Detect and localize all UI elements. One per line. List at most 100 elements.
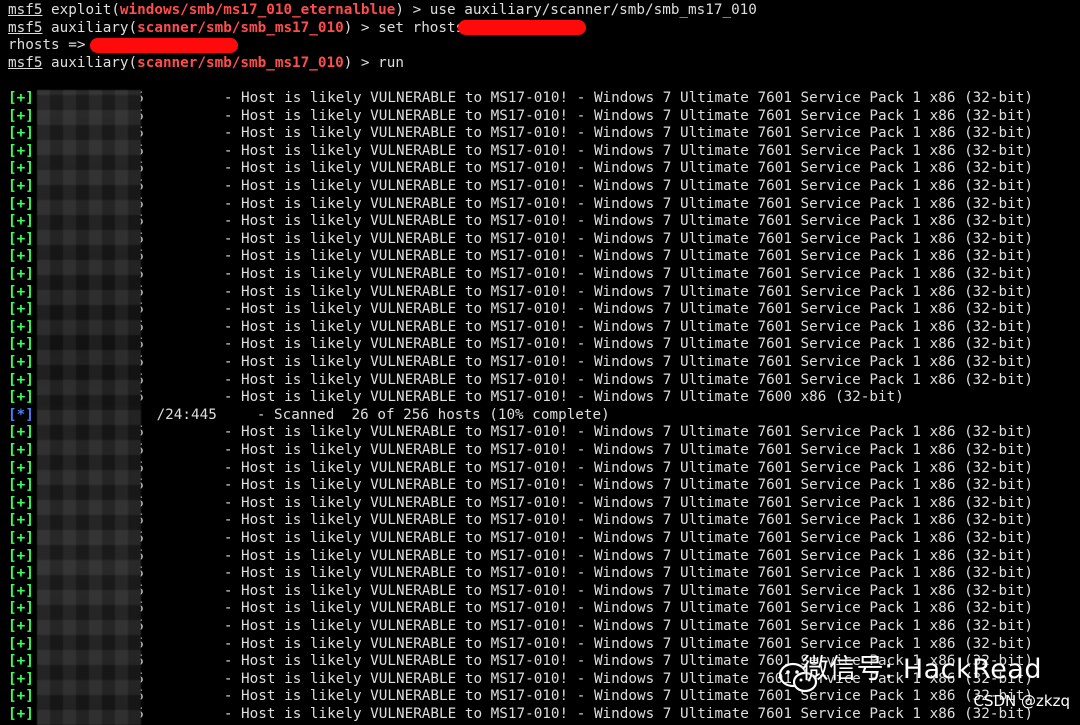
status-success-marker: [+] [8, 494, 34, 511]
status-success-marker: [+] [8, 389, 34, 406]
result-row: [+]0:445- Host is likely VULNERABLE to M… [8, 495, 1033, 513]
vulnerability-message: - Host is likely VULNERABLE to MS17-010!… [223, 688, 1033, 705]
wechat-watermark: 微信号: HackRead [801, 654, 1042, 685]
status-success-marker: [+] [8, 125, 34, 142]
vulnerability-message: - Host is likely VULNERABLE to MS17-010!… [223, 318, 1033, 335]
vulnerability-message: - Host is likely VULNERABLE to MS17-010!… [223, 266, 1033, 282]
result-row: [+]7:445- Host is likely VULNERABLE to M… [8, 442, 1033, 460]
vulnerability-message: - Host is likely VULNERABLE to MS17-010!… [223, 635, 1033, 652]
result-row: [+]5:445- Host is likely VULNERABLE to M… [8, 389, 904, 407]
vulnerability-message: - Host is likely VULNERABLE to MS17-010!… [223, 530, 1033, 546]
vulnerability-message: - Host is likely VULNERABLE to MS17-010!… [223, 125, 1033, 142]
auxiliary-label: auxiliary [51, 54, 129, 71]
result-row: [+]3:445- Host is likely VULNERABLE to M… [8, 213, 1033, 231]
result-row: [+]:445- Host is likely VULNERABLE to MS… [8, 125, 1033, 143]
result-row: [+]3:445- Host is likely VULNERABLE to M… [8, 530, 1033, 548]
vulnerability-message: - Host is likely VULNERABLE to MS17-010!… [223, 494, 1033, 511]
vulnerability-message: - Host is likely VULNERABLE to MS17-010!… [223, 618, 1033, 634]
status-success-marker: [+] [8, 670, 34, 687]
status-success-marker: [+] [8, 178, 34, 194]
status-success-marker: [+] [8, 301, 34, 318]
vulnerability-message: - Host is likely VULNERABLE to MS17-010!… [223, 512, 1033, 529]
result-row: [+]5:445- Host is likely VULNERABLE to M… [8, 706, 1033, 724]
status-success-marker: [+] [8, 354, 34, 370]
status-success-marker: [+] [8, 512, 34, 529]
vulnerability-message: - Host is likely VULNERABLE to MS17-010!… [223, 178, 1033, 194]
auxiliary-module: scanner/smb/smb_ms17_010 [137, 54, 344, 71]
vulnerability-message: - Host is likely VULNERABLE to MS17-010!… [223, 547, 1033, 564]
scan-progress-message: - Scanned 26 of 256 hosts (10% complete) [256, 406, 610, 423]
vulnerability-message: - Host is likely VULNERABLE to MS17-010!… [223, 90, 1033, 106]
result-row: [+]0:445- Host is likely VULNERABLE to M… [8, 618, 1033, 636]
terminal-window[interactable]: msf5 exploit(windows/smb/ms17_010_eterna… [0, 0, 1080, 725]
csdn-watermark: CSDN @zkzq [973, 692, 1071, 710]
msf-prompt: msf5 [8, 19, 43, 36]
rhosts-echo-line: rhosts => [8, 37, 94, 55]
auxiliary-label: auxiliary [51, 19, 129, 36]
status-success-marker: [+] [8, 635, 34, 652]
vulnerability-message: - Host is likely VULNERABLE to MS17-010!… [223, 389, 904, 406]
result-row: [+]:445- Host is likely VULNERABLE to MS… [8, 108, 1033, 126]
result-row: [+]2:445- Host is likely VULNERABLE to M… [8, 512, 1033, 530]
status-success-marker: [+] [8, 160, 34, 177]
use-command: > use auxiliary/scanner/smb/smb_ms17_010 [403, 2, 757, 18]
result-row: [+]0:445- Host is likely VULNERABLE to M… [8, 301, 1033, 319]
result-row: [+]0:445- Host is likely VULNERABLE to M… [8, 160, 1033, 178]
vulnerability-message: - Host is likely VULNERABLE to MS17-010!… [223, 371, 1033, 388]
redaction-mark [90, 38, 238, 53]
status-success-marker: [+] [8, 283, 34, 300]
status-success-marker: [+] [8, 477, 34, 494]
vulnerability-message: - Host is likely VULNERABLE to MS17-010!… [223, 582, 1033, 599]
status-success-marker: [+] [8, 530, 34, 546]
exploit-module: windows/smb/ms17_010_eternalblue [119, 2, 396, 18]
status-success-marker: [+] [8, 618, 34, 634]
status-success-marker: [+] [8, 547, 34, 564]
result-row: [+]:445- Host is likely VULNERABLE to MS… [8, 143, 1033, 161]
status-success-marker: [+] [8, 582, 34, 599]
result-row: [+]4:445- Host is likely VULNERABLE to M… [8, 372, 1033, 390]
status-success-marker: [+] [8, 336, 34, 353]
prompt-line-set-rhosts: msf5 auxiliary(scanner/smb/smb_ms17_010)… [8, 19, 473, 36]
status-success-marker: [+] [8, 213, 34, 230]
status-info-marker: [*] [8, 406, 34, 423]
vulnerability-message: - Host is likely VULNERABLE to MS17-010!… [223, 336, 1033, 353]
vulnerability-message: - Host is likely VULNERABLE to MS17-010!… [223, 706, 1033, 722]
vulnerability-message: - Host is likely VULNERABLE to MS17-010!… [223, 354, 1033, 370]
result-row: [+]8:445- Host is likely VULNERABLE to M… [8, 266, 1033, 284]
rhosts-echo: rhosts => [8, 37, 95, 54]
vulnerability-message: - Host is likely VULNERABLE to MS17-010!… [223, 107, 1033, 124]
vulnerability-message: - Host is likely VULNERABLE to MS17-010!… [223, 195, 1033, 212]
status-success-marker: [+] [8, 706, 34, 722]
msf-prompt: msf5 [8, 2, 43, 18]
result-row: [+]4:445- Host is likely VULNERABLE to M… [8, 231, 1033, 249]
vulnerability-message: - Host is likely VULNERABLE to MS17-010!… [223, 142, 1033, 159]
result-row: [+]1:445- Host is likely VULNERABLE to M… [8, 319, 1033, 337]
status-success-marker: [+] [8, 424, 34, 441]
result-row: [+]3:445- Host is likely VULNERABLE to M… [8, 354, 1033, 372]
result-row: [+]2:445- Host is likely VULNERABLE to M… [8, 196, 1033, 214]
result-row: [+]5:445- Host is likely VULNERABLE to M… [8, 565, 1033, 583]
set-command: > set rhosts [352, 19, 473, 36]
vulnerability-message: - Host is likely VULNERABLE to MS17-010!… [223, 248, 1033, 265]
status-success-marker: [+] [8, 90, 34, 106]
run-command: > run [352, 54, 404, 71]
result-row: [+]8:445- Host is likely VULNERABLE to M… [8, 460, 1033, 478]
status-success-marker: [+] [8, 195, 34, 212]
result-row: [+]9:445- Host is likely VULNERABLE to M… [8, 477, 1033, 495]
status-success-marker: [+] [8, 248, 34, 265]
vulnerability-message: - Host is likely VULNERABLE to MS17-010!… [223, 160, 1033, 177]
vulnerability-message: - Host is likely VULNERABLE to MS17-010!… [223, 459, 1033, 476]
vulnerability-message: - Host is likely VULNERABLE to MS17-010!… [223, 565, 1033, 582]
vulnerability-message: - Host is likely VULNERABLE to MS17-010!… [223, 283, 1033, 300]
vulnerability-message: - Host is likely VULNERABLE to MS17-010!… [223, 424, 1033, 441]
status-success-marker: [+] [8, 371, 34, 388]
result-row: [+]4:445- Host is likely VULNERABLE to M… [8, 688, 1033, 706]
status-success-marker: [+] [8, 266, 34, 282]
status-success-marker: [+] [8, 107, 34, 124]
result-row: [+]1:445- Host is likely VULNERABLE to M… [8, 636, 1033, 654]
result-row: [+]3:445- Host is likely VULNERABLE to M… [8, 583, 1033, 601]
prompt-line-exploit: msf5 exploit(windows/smb/ms17_010_eterna… [8, 2, 757, 18]
ip-mosaic-blur [37, 90, 141, 725]
status-success-marker: [+] [8, 442, 34, 458]
result-row: [+]5:445- Host is likely VULNERABLE to M… [8, 248, 1033, 266]
